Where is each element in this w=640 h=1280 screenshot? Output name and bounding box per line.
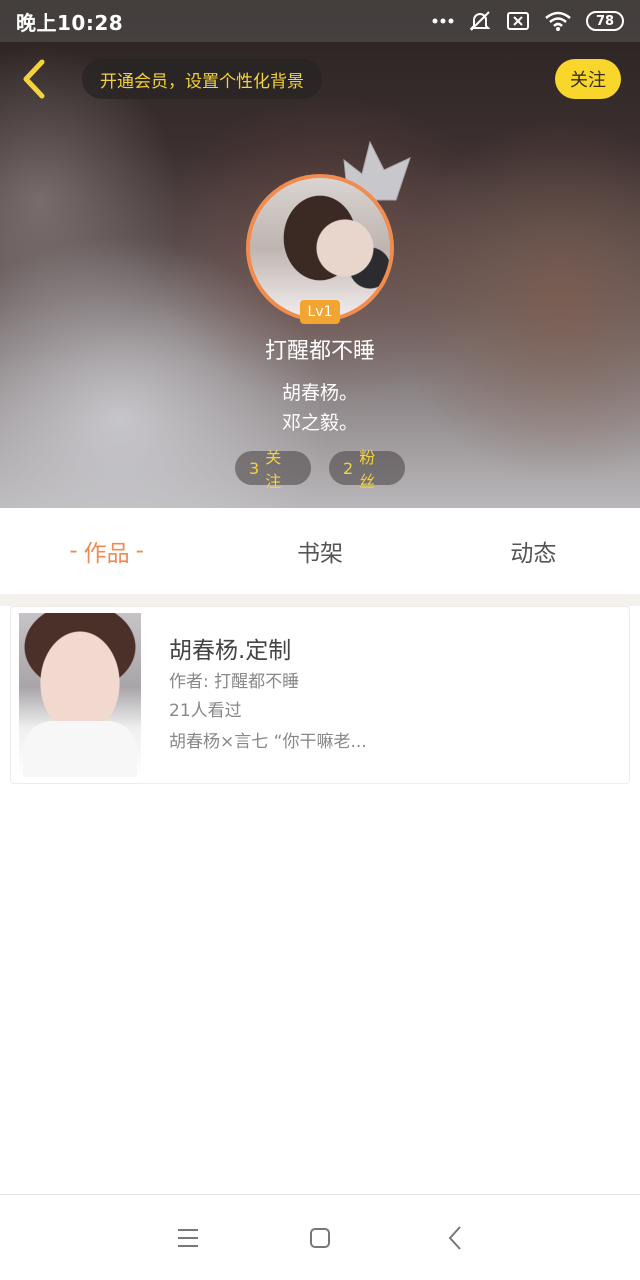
back-button[interactable] [18, 58, 50, 100]
system-nav-bar [0, 1194, 640, 1280]
bio-line: 胡春杨。 [281, 382, 358, 404]
sim-off-icon [506, 11, 530, 31]
tab-label: 作品 [83, 541, 130, 567]
tab-bookshelf[interactable]: 书架 [213, 508, 426, 594]
profile-tabs: - 作品 - 书架 动态 [0, 508, 640, 594]
menu-icon [178, 1229, 198, 1247]
bio: 胡春杨。 邓之毅。 [0, 378, 640, 438]
work-title: 胡春杨.定制 [169, 638, 292, 664]
work-description: 胡春杨×言七 “你干嘛老... [169, 732, 367, 752]
back-chevron-icon [23, 59, 45, 99]
fans-stat[interactable]: 2 粉丝 [329, 448, 405, 491]
follow-button[interactable]: 关注 [555, 59, 621, 99]
tab-dash: - [135, 538, 144, 564]
following-label: 关注 [265, 448, 282, 491]
work-views: 21人看过 [169, 701, 242, 721]
bio-line: 邓之毅。 [281, 412, 358, 434]
tab-activity[interactable]: 动态 [427, 508, 640, 594]
profile-header: 晚上10:28 78 开通会员，设置个性化背景 关注 Lv1 打醒都不睡 胡春杨… [0, 0, 640, 508]
tab-dash: - [69, 538, 78, 564]
battery-indicator: 78 [586, 11, 624, 31]
nickname: 打醒都不睡 [264, 339, 375, 364]
status-time: 晚上10:28 [16, 10, 124, 35]
wifi-icon [544, 10, 572, 32]
tab-works[interactable]: - 作品 - [0, 508, 213, 594]
cover-decoration [23, 721, 137, 777]
back-arrow-icon [448, 1226, 461, 1250]
mute-bell-icon [468, 9, 492, 33]
level-badge: Lv1 [300, 300, 340, 324]
vip-background-promo[interactable]: 开通会员，设置个性化背景 [82, 59, 322, 99]
more-dots-icon [432, 17, 454, 25]
nav-menu-button[interactable] [168, 1221, 208, 1255]
following-stat[interactable]: 3 关注 [235, 448, 311, 491]
divider [0, 594, 640, 606]
list-item[interactable]: 胡春杨.定制 作者: 打醒都不睡 21人看过 胡春杨×言七 “你干嘛老... [10, 606, 630, 784]
nav-home-button[interactable] [300, 1221, 340, 1255]
work-cover-image [19, 613, 141, 777]
nav-back-button[interactable] [436, 1221, 476, 1255]
work-author: 作者: 打醒都不睡 [169, 672, 300, 692]
tab-label: 动态 [510, 541, 557, 567]
fans-count: 2 [343, 458, 354, 478]
status-bar: 晚上10:28 78 [0, 0, 640, 42]
home-square-icon [310, 1228, 330, 1248]
following-count: 3 [249, 458, 260, 478]
fans-label: 粉丝 [359, 448, 376, 491]
tab-label: 书架 [296, 541, 343, 567]
